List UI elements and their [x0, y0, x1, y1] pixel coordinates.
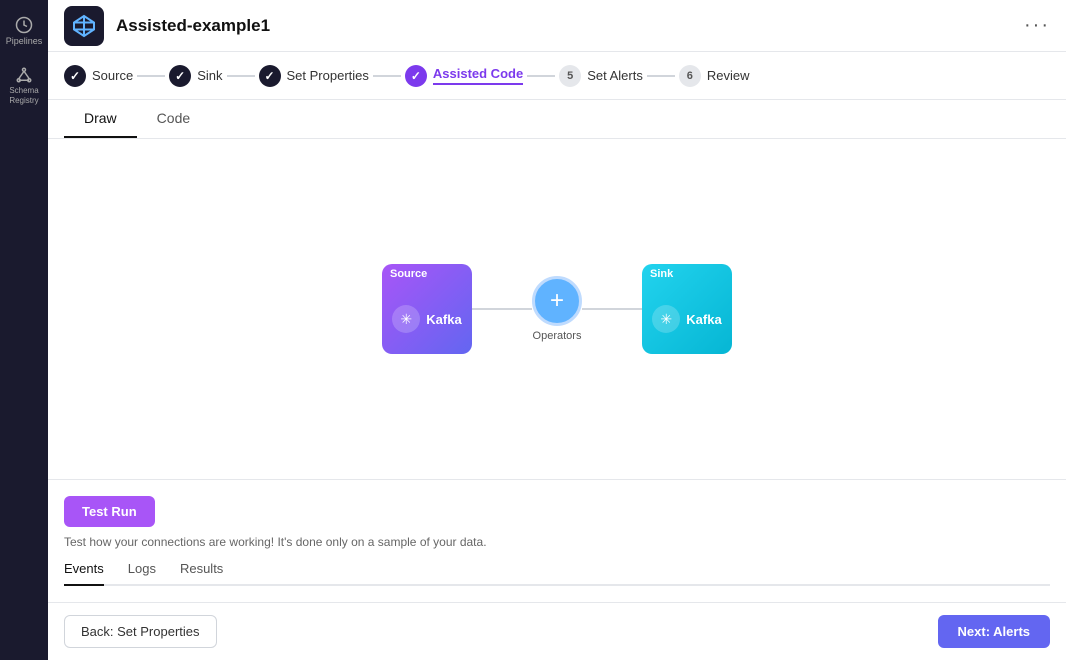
- step-set-properties-label: Set Properties: [287, 68, 369, 83]
- test-run-description: Test how your connections are working! I…: [64, 535, 1050, 549]
- sink-node[interactable]: Sink ✳ Kafka: [642, 264, 732, 354]
- operator-label: Operators: [533, 330, 582, 342]
- source-kafka-icon: ✳: [392, 305, 420, 333]
- back-button[interactable]: Back: Set Properties: [64, 615, 217, 648]
- tab-draw[interactable]: Draw: [64, 100, 137, 138]
- step-set-properties-circle: ✓: [259, 65, 281, 87]
- stepper: ✓ Source ✓ Sink ✓ Set Properties ✓ Assis…: [48, 52, 1066, 100]
- step-sep-3: [373, 75, 401, 77]
- step-review-circle: 6: [679, 65, 701, 87]
- pipeline-nodes: Source ✳ Kafka + Operators Sink ✳ K: [382, 264, 732, 354]
- sidebar-pipelines-label: Pipelines: [6, 36, 43, 46]
- source-node-header: Source: [382, 264, 472, 284]
- step-source-label: Source: [92, 68, 133, 83]
- sink-node-label: Kafka: [686, 312, 721, 327]
- step-set-alerts-circle: 5: [559, 65, 581, 87]
- pipeline-canvas: Source ✳ Kafka + Operators Sink ✳ K: [48, 139, 1066, 479]
- step-sep-2: [227, 75, 255, 77]
- tab-results[interactable]: Results: [180, 561, 223, 586]
- step-sep-4: [527, 75, 555, 77]
- step-sink-circle: ✓: [169, 65, 191, 87]
- step-source-circle: ✓: [64, 65, 86, 87]
- app-icon: [64, 6, 104, 46]
- sidebar-item-pipelines[interactable]: Pipelines: [0, 8, 48, 54]
- step-sink-label: Sink: [197, 68, 222, 83]
- next-button[interactable]: Next: Alerts: [938, 615, 1050, 648]
- step-set-properties[interactable]: ✓ Set Properties: [259, 65, 369, 87]
- tab-logs[interactable]: Logs: [128, 561, 156, 586]
- connector-operator-sink: [582, 308, 642, 310]
- operator-wrapper: + Operators: [532, 276, 582, 342]
- step-review-label: Review: [707, 68, 750, 83]
- step-sink[interactable]: ✓ Sink: [169, 65, 222, 87]
- more-options-button[interactable]: ···: [1024, 14, 1050, 37]
- sink-node-header: Sink: [642, 264, 732, 284]
- step-review[interactable]: 6 Review: [679, 65, 750, 87]
- tab-events[interactable]: Events: [64, 561, 104, 586]
- test-run-button[interactable]: Test Run: [64, 496, 155, 527]
- sidebar: Pipelines Schema Registry: [0, 0, 48, 660]
- step-assisted-code-label: Assisted Code: [433, 66, 523, 85]
- bottom-section: Test Run Test how your connections are w…: [48, 479, 1066, 602]
- sink-node-body: ✳ Kafka: [642, 284, 732, 354]
- view-tabs: Draw Code: [48, 100, 1066, 139]
- sidebar-schema-label: Schema Registry: [4, 86, 44, 105]
- main-content: Assisted-example1 ··· ✓ Source ✓ Sink ✓ …: [48, 0, 1066, 660]
- step-source[interactable]: ✓ Source: [64, 65, 133, 87]
- step-set-alerts-label: Set Alerts: [587, 68, 643, 83]
- step-set-alerts[interactable]: 5 Set Alerts: [559, 65, 643, 87]
- sink-kafka-icon: ✳: [652, 305, 680, 333]
- topbar: Assisted-example1 ···: [48, 0, 1066, 52]
- source-node[interactable]: Source ✳ Kafka: [382, 264, 472, 354]
- step-sep-1: [137, 75, 165, 77]
- source-node-body: ✳ Kafka: [382, 284, 472, 354]
- sidebar-item-schema-registry[interactable]: Schema Registry: [0, 58, 48, 113]
- step-assisted-code[interactable]: ✓ Assisted Code: [405, 65, 523, 87]
- step-assisted-code-circle: ✓: [405, 65, 427, 87]
- footer: Back: Set Properties Next: Alerts: [48, 602, 1066, 660]
- add-operator-button[interactable]: +: [532, 276, 582, 326]
- step-sep-5: [647, 75, 675, 77]
- source-node-label: Kafka: [426, 312, 461, 327]
- bottom-tabs: Events Logs Results: [64, 561, 1050, 586]
- connector-source-operator: [472, 308, 532, 310]
- page-title: Assisted-example1: [116, 16, 1012, 36]
- tab-code[interactable]: Code: [137, 100, 210, 138]
